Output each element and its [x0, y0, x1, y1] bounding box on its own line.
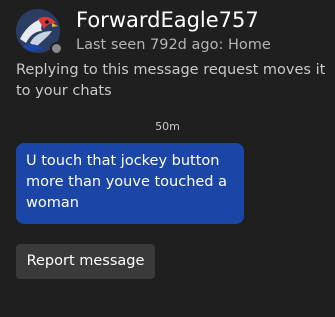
username[interactable]: ForwardEagle757 — [76, 8, 259, 32]
message-timestamp: 50m — [155, 120, 180, 133]
presence-status-dot — [50, 42, 63, 55]
last-seen-status: Last seen 792d ago: Home — [76, 37, 271, 53]
incoming-message-bubble[interactable]: U touch that jockey button more than you… — [16, 143, 244, 224]
message-request-notice: Replying to this message request moves i… — [16, 62, 326, 99]
chat-header: ForwardEagle757 Last seen 792d ago: Home — [16, 8, 326, 56]
report-message-button[interactable]: Report message — [16, 244, 155, 279]
